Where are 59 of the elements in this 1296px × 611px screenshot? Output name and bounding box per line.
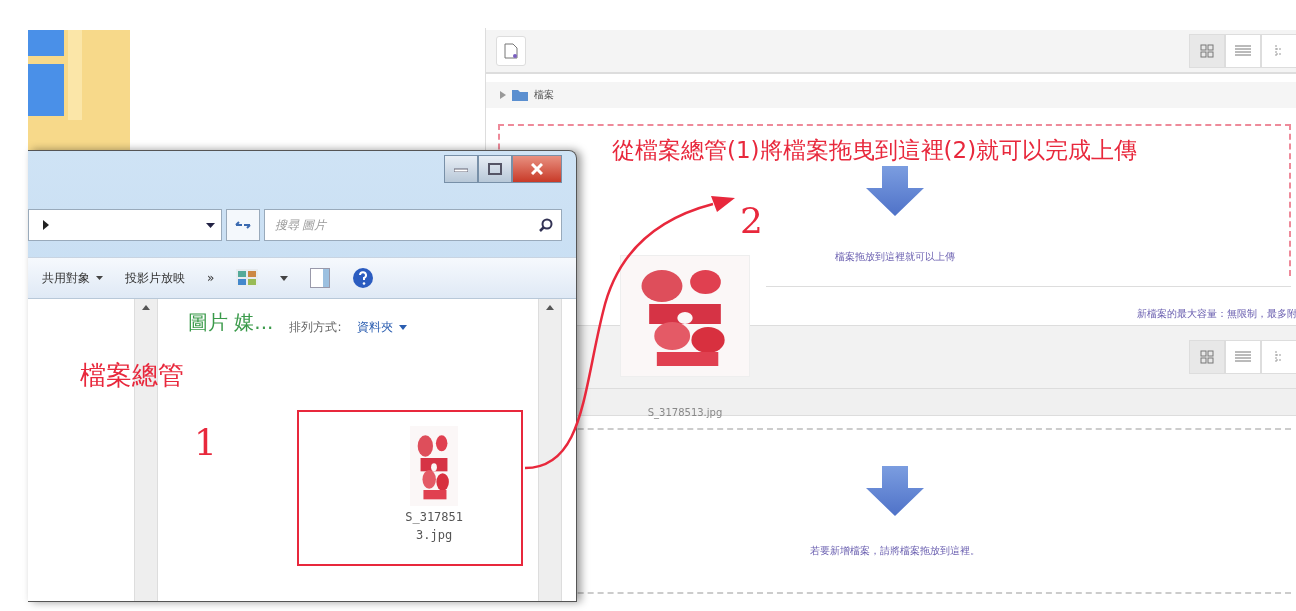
scrollbar[interactable] xyxy=(538,299,562,601)
address-bar[interactable] xyxy=(28,209,222,241)
library-title: 圖片 媒... xyxy=(188,309,274,336)
breadcrumb-arrow-icon xyxy=(43,220,49,230)
file-name: 3.jpg xyxy=(416,528,453,542)
preview-pane-icon[interactable] xyxy=(310,268,331,288)
instruction-text: 從檔案總管(1)將檔案拖曳到這裡(2)就可以完成上傳 xyxy=(612,136,1138,165)
caret-icon xyxy=(399,325,408,330)
more-button[interactable]: » xyxy=(207,271,215,285)
scroll-up-icon xyxy=(142,305,150,310)
toolbar-menu[interactable]: 共用對象 xyxy=(42,269,103,287)
list-view-button[interactable] xyxy=(1225,34,1261,68)
view-options-icon[interactable] xyxy=(236,269,259,287)
tree-view-button[interactable] xyxy=(1261,340,1296,374)
grid-view-button[interactable] xyxy=(1189,34,1225,68)
search-input[interactable]: 搜尋 圖片 xyxy=(273,217,539,233)
help-icon[interactable] xyxy=(352,267,375,289)
down-arrow-icon xyxy=(865,166,924,216)
caret-icon[interactable] xyxy=(280,275,289,281)
caret-icon xyxy=(96,276,103,280)
minimize-icon xyxy=(454,166,468,172)
step-number: 2 xyxy=(740,200,763,241)
down-arrow-icon xyxy=(865,466,924,516)
close-button[interactable] xyxy=(512,155,562,183)
expand-icon xyxy=(500,91,506,99)
folder-icon xyxy=(512,89,528,101)
sort-dropdown[interactable]: 資料夾 xyxy=(357,319,408,336)
grid-view-button[interactable] xyxy=(1189,340,1225,374)
sort-label: 排列方式: xyxy=(289,319,342,336)
refresh-icon xyxy=(235,219,251,231)
step-number: 1 xyxy=(194,422,217,463)
folder-path[interactable]: 檔案 xyxy=(534,88,554,102)
search-icon xyxy=(539,218,553,232)
close-icon xyxy=(531,163,543,175)
drop-hint: 若要新增檔案，請將檔案拖放到這裡。 xyxy=(809,544,980,558)
file-name: S_317851 xyxy=(405,510,463,524)
tree-icon xyxy=(1274,44,1284,58)
search-field[interactable]: 搜尋 圖片 xyxy=(264,209,562,241)
refresh-button[interactable] xyxy=(226,209,260,241)
grid-icon xyxy=(1200,350,1214,364)
maximize-icon xyxy=(488,163,502,175)
scroll-up-icon xyxy=(546,305,554,310)
add-file-button[interactable] xyxy=(496,36,526,66)
list-icon xyxy=(1235,45,1251,57)
max-size-note: 新檔案的最大容量：無限制，最多附 xyxy=(1137,307,1296,321)
list-icon xyxy=(1235,351,1251,363)
toolbar-button[interactable]: 投影片放映 xyxy=(125,269,185,287)
maximize-button[interactable] xyxy=(478,155,512,183)
list-view-button[interactable] xyxy=(1225,340,1261,374)
drop-hint: 檔案拖放到這裡就可以上傳 xyxy=(834,250,955,264)
dropdown-icon xyxy=(206,222,215,228)
tree-view-button[interactable] xyxy=(1261,34,1296,68)
file-icon xyxy=(504,43,518,59)
explorer-label: 檔案總管 xyxy=(80,359,184,392)
minimize-button[interactable] xyxy=(444,155,478,183)
scrollbar[interactable] xyxy=(134,299,158,601)
file-name: S_3178513.jpg xyxy=(647,407,723,418)
tree-icon xyxy=(1274,350,1284,364)
grid-icon xyxy=(1200,44,1214,58)
